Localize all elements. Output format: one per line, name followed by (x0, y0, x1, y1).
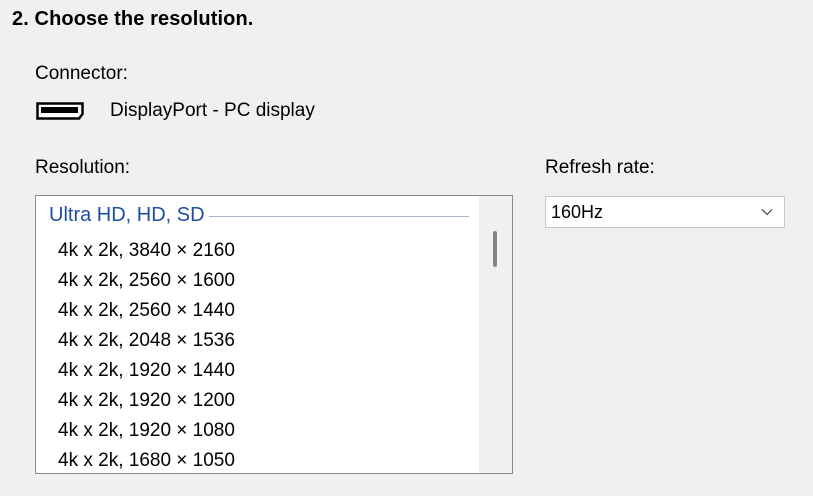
connector-label: Connector: (35, 63, 128, 84)
refresh-rate-select[interactable]: 160Hz (545, 196, 785, 228)
resolution-item[interactable]: 4k x 2k, 1680 × 1050 (58, 446, 235, 473)
group-divider (208, 216, 469, 217)
resolution-listbox[interactable]: Ultra HD, HD, SD 4k x 2k, 3840 × 2160 4k… (35, 195, 513, 474)
resolution-item[interactable]: 4k x 2k, 1920 × 1440 (58, 356, 235, 386)
resolution-list: 4k x 2k, 3840 × 2160 4k x 2k, 2560 × 160… (58, 236, 235, 473)
resolution-item[interactable]: 4k x 2k, 3840 × 2160 (58, 236, 235, 266)
resolution-item[interactable]: 4k x 2k, 1920 × 1200 (58, 386, 235, 416)
resolution-item[interactable]: 4k x 2k, 2048 × 1536 (58, 326, 235, 356)
displayport-icon (36, 100, 84, 122)
resolution-item[interactable]: 4k x 2k, 2560 × 1440 (58, 296, 235, 326)
refresh-rate-label: Refresh rate: (545, 157, 655, 178)
resolution-group-header: Ultra HD, HD, SD (49, 204, 469, 227)
resolution-group-label: Ultra HD, HD, SD (49, 204, 205, 226)
resolution-item[interactable]: 4k x 2k, 1920 × 1080 (58, 416, 235, 446)
resolution-item[interactable]: 4k x 2k, 2560 × 1600 (58, 266, 235, 296)
refresh-rate-value: 160Hz (551, 201, 604, 222)
section-title: 2. Choose the resolution. (12, 8, 254, 30)
connector-row: DisplayPort - PC display (36, 100, 315, 122)
resolution-label: Resolution: (35, 157, 131, 178)
connector-name: DisplayPort - PC display (110, 100, 315, 121)
listbox-scrollbar[interactable] (479, 196, 512, 473)
chevron-down-icon (760, 207, 774, 217)
scrollbar-thumb[interactable] (493, 231, 497, 267)
